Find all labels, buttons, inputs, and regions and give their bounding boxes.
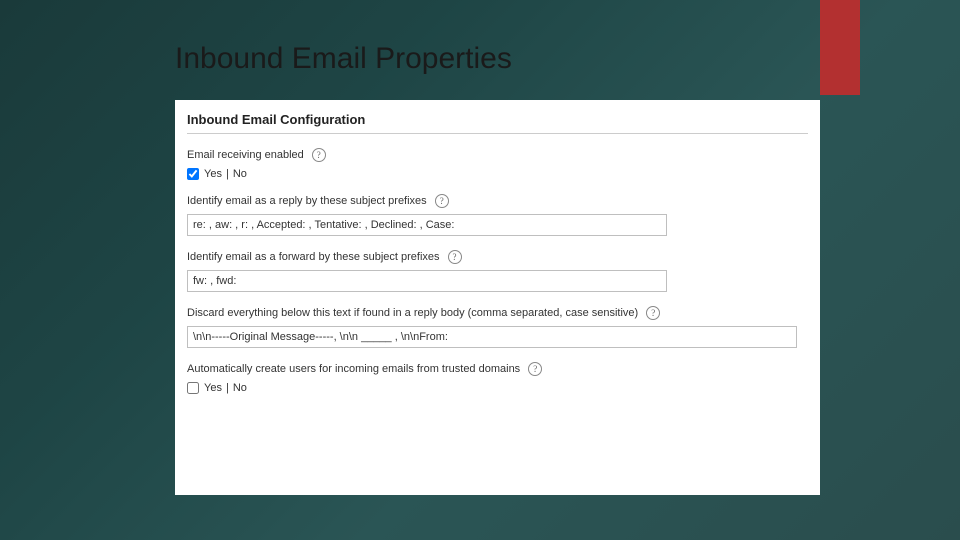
- no-label: No: [233, 382, 247, 394]
- slide-title: Inbound Email Properties: [175, 42, 512, 76]
- help-icon[interactable]: ?: [448, 250, 462, 264]
- yes-label: Yes: [204, 382, 222, 394]
- input-reply-prefixes[interactable]: [187, 214, 667, 236]
- checkbox-email-receiving[interactable]: [187, 168, 199, 180]
- yn-separator: |: [226, 168, 229, 180]
- field-forward-prefixes: Identify email as a forward by these sub…: [187, 250, 808, 292]
- yn-separator: |: [226, 382, 229, 394]
- help-icon[interactable]: ?: [646, 306, 660, 320]
- config-panel: Inbound Email Configuration Email receiv…: [175, 100, 820, 495]
- field-email-receiving: Email receiving enabled ? Yes | No: [187, 148, 808, 180]
- yes-label: Yes: [204, 168, 222, 180]
- input-forward-prefixes[interactable]: [187, 270, 667, 292]
- help-icon[interactable]: ?: [312, 148, 326, 162]
- field-discard-below: Discard everything below this text if fo…: [187, 306, 808, 348]
- accent-bar: [820, 0, 860, 95]
- checkbox-auto-create-users[interactable]: [187, 382, 199, 394]
- label-discard-below: Discard everything below this text if fo…: [187, 307, 638, 319]
- field-reply-prefixes: Identify email as a reply by these subje…: [187, 194, 808, 236]
- label-reply-prefixes: Identify email as a reply by these subje…: [187, 195, 427, 207]
- no-label: No: [233, 168, 247, 180]
- label-email-receiving: Email receiving enabled: [187, 149, 304, 161]
- help-icon[interactable]: ?: [528, 362, 542, 376]
- input-discard-below[interactable]: [187, 326, 797, 348]
- help-icon[interactable]: ?: [435, 194, 449, 208]
- label-forward-prefixes: Identify email as a forward by these sub…: [187, 251, 440, 263]
- field-auto-create-users: Automatically create users for incoming …: [187, 362, 808, 394]
- label-auto-create-users: Automatically create users for incoming …: [187, 363, 520, 375]
- panel-heading: Inbound Email Configuration: [187, 110, 808, 134]
